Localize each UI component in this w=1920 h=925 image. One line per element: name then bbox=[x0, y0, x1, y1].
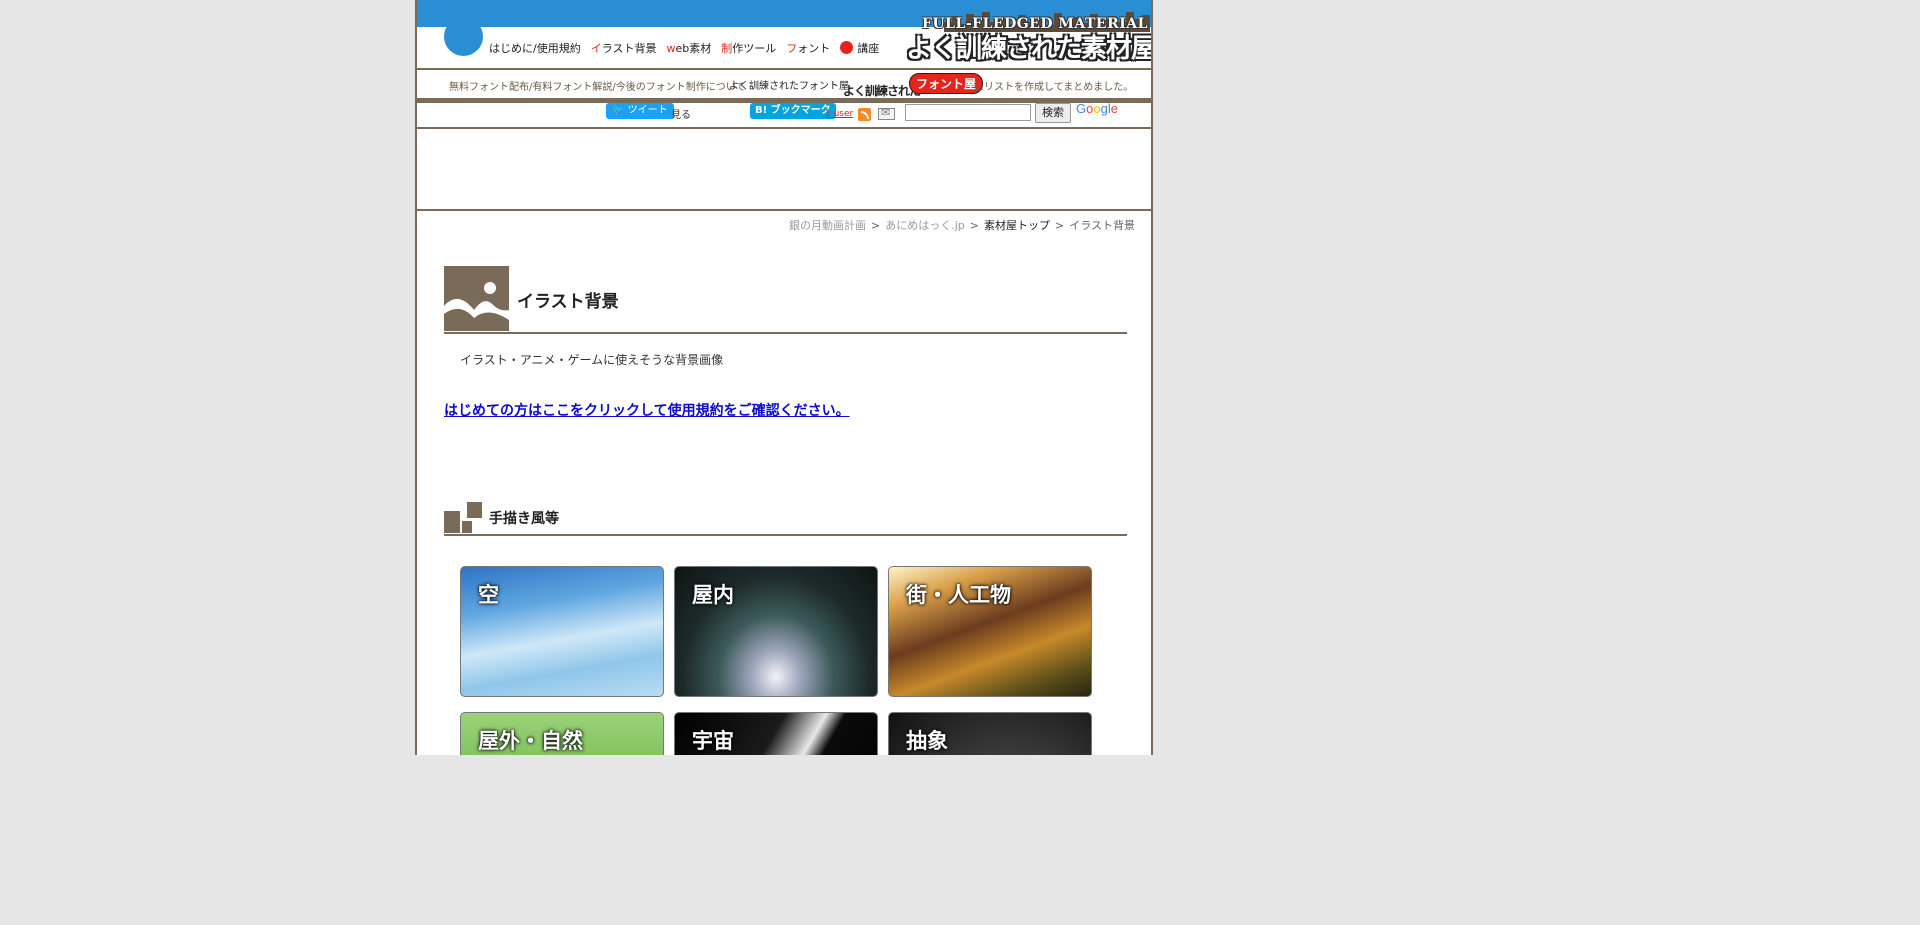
hatena-bookmark-button[interactable]: B! ブックマーク bbox=[750, 103, 836, 119]
font-info-bar: 無料フォント配布/有料フォント解説/今後のフォント制作について よく訓練されたフ… bbox=[417, 70, 1151, 98]
category-card-space[interactable]: 宇宙 bbox=[674, 712, 878, 755]
category-card-outdoor[interactable]: 屋外・自然 bbox=[460, 712, 664, 755]
search-button[interactable]: 検索 bbox=[1035, 103, 1071, 123]
nav-intro[interactable]: はじめに/使用規約 bbox=[489, 40, 581, 56]
landscape-image-icon bbox=[444, 266, 509, 331]
nav-font[interactable]: フォント bbox=[786, 40, 830, 56]
breadcrumb-item[interactable]: 素材屋トップ bbox=[984, 219, 1050, 232]
divider bbox=[417, 127, 1151, 129]
terms-of-use-link[interactable]: はじめての方はここをクリックして使用規約をご確認ください。 bbox=[444, 400, 850, 420]
category-card-sky[interactable]: 空 bbox=[460, 566, 664, 697]
google-logo: Google bbox=[1076, 101, 1118, 116]
nav-tools[interactable]: 制作ツール bbox=[721, 40, 776, 56]
page-title: イラスト背景 bbox=[517, 292, 619, 312]
font-site-name[interactable]: よく訓練されたフォント屋 bbox=[729, 77, 849, 92]
mail-icon[interactable] bbox=[878, 106, 895, 120]
title-underline bbox=[444, 332, 1127, 334]
section-title: 手描き風等 bbox=[489, 511, 559, 527]
breadcrumb-current: イラスト背景 bbox=[1069, 219, 1135, 232]
page-title-area: イラスト背景 bbox=[444, 266, 1127, 336]
tweet-see-link[interactable]: 見る bbox=[671, 106, 691, 121]
twitter-bird-icon: 🐦 bbox=[612, 105, 628, 116]
font-info-suffix: にリストを作成してまとめました。 bbox=[974, 82, 1134, 93]
category-card-city[interactable]: 街・人工物 bbox=[888, 566, 1092, 697]
page-container: はじめに/使用規約 イラスト背景 web素材 制作ツール フォント 講座 FUL… bbox=[415, 0, 1153, 755]
bookmark-users-count[interactable]: 1 user bbox=[825, 109, 853, 119]
section-underline bbox=[444, 534, 1127, 536]
category-card-indoor[interactable]: 屋内 bbox=[674, 566, 878, 697]
global-nav: はじめに/使用規約 イラスト背景 web素材 制作ツール フォント 講座 bbox=[489, 40, 889, 56]
breadcrumb-item[interactable]: 銀の月動画計画 bbox=[789, 219, 866, 232]
breadcrumb: 銀の月動画計画 > あにめはっく.jp > 素材屋トップ > イラスト背景 bbox=[789, 219, 1135, 232]
nav-web[interactable]: web素材 bbox=[667, 40, 712, 56]
site-logo[interactable]: FULL-FLEDGED MATERIAL よく訓練された素材屋 bbox=[902, 4, 1153, 66]
page-description: イラスト・アニメ・ゲームに使えそうな背景画像 bbox=[460, 353, 724, 367]
tweet-button[interactable]: 🐦 ツイート bbox=[606, 103, 674, 119]
font-site-logo[interactable]: よく訓練された フォント屋 bbox=[843, 72, 984, 98]
search-input[interactable] bbox=[905, 104, 1031, 121]
social-bar: 🐦 ツイート 見る B! ブックマーク 1 user 検索 Google bbox=[417, 101, 1151, 127]
section-blocks-icon bbox=[444, 511, 460, 533]
red-dot-icon bbox=[840, 41, 854, 54]
blue-circle-logo bbox=[444, 17, 483, 56]
rss-icon[interactable] bbox=[858, 108, 871, 121]
divider bbox=[417, 209, 1151, 211]
category-card-abstract[interactable]: 抽象 bbox=[888, 712, 1092, 755]
logo-title: よく訓練された素材屋 bbox=[906, 34, 1153, 64]
breadcrumb-item[interactable]: あにめはっく.jp bbox=[885, 219, 965, 232]
section-header: 手描き風等 bbox=[444, 501, 1127, 537]
nav-illust-bg[interactable]: イラスト背景 bbox=[591, 40, 657, 56]
nav-lecture[interactable]: 講座 bbox=[840, 40, 879, 56]
font-info-text[interactable]: 無料フォント配布/有料フォント解説/今後のフォント制作について bbox=[449, 78, 745, 93]
